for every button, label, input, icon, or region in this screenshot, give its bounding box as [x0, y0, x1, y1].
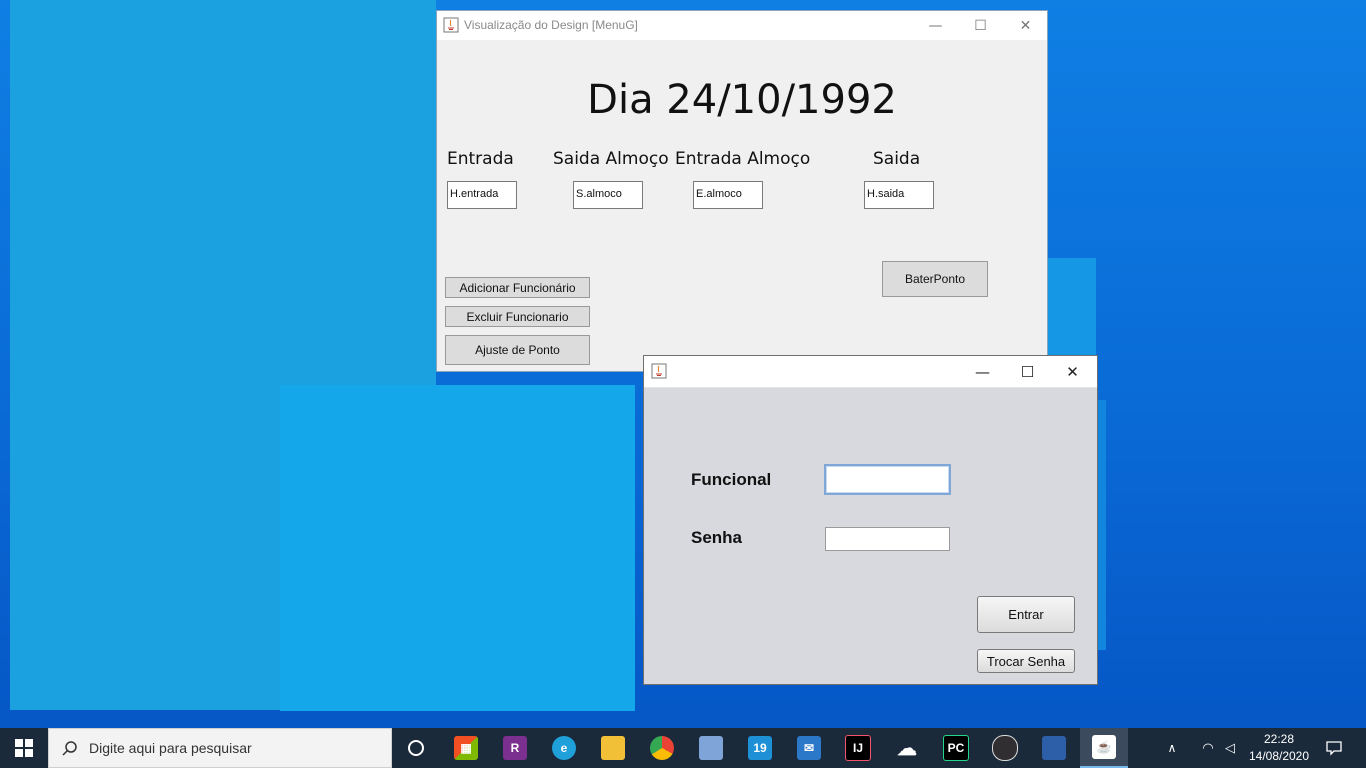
menu-window-title: Visualização do Design [MenuG]: [464, 18, 638, 32]
saida-almoco-label: Saida Almoço: [553, 149, 669, 169]
mail-icon: ✉: [797, 736, 821, 760]
senha-input[interactable]: [825, 527, 950, 551]
minimize-button[interactable]: —: [960, 356, 1005, 387]
login-window-titlebar[interactable]: — ☐ ✕: [644, 356, 1097, 388]
taskbar-search-box[interactable]: Digite aqui para pesquisar: [48, 728, 392, 768]
taskbar-chrome[interactable]: [638, 728, 686, 768]
notifications-button[interactable]: [1310, 728, 1358, 768]
entrada-almoco-label: Entrada Almoço: [675, 149, 811, 169]
show-hidden-icons-button[interactable]: ∧: [1160, 728, 1184, 768]
chrome-icon: [650, 736, 674, 760]
search-placeholder: Digite aqui para pesquisar: [89, 740, 252, 756]
entrada-field[interactable]: H.entrada: [447, 181, 517, 209]
clock-date: 14/08/2020: [1248, 749, 1310, 763]
winrar-icon: R: [503, 736, 527, 760]
close-button[interactable]: ✕: [1050, 356, 1095, 387]
taskbar-explorer[interactable]: [589, 728, 637, 768]
login-window: — ☐ ✕ Funcional Senha Entrar Trocar Senh…: [643, 355, 1098, 685]
maximize-button[interactable]: ☐: [1005, 356, 1050, 387]
enter-button[interactable]: Entrar: [977, 596, 1075, 633]
senha-label: Senha: [691, 528, 743, 547]
file-explorer-icon: [601, 736, 625, 760]
cloud-icon: ☁: [897, 737, 917, 760]
volume-button[interactable]: ◁: [1218, 728, 1242, 768]
search-icon: [62, 741, 77, 756]
saida-field[interactable]: H.saida: [864, 181, 934, 209]
saida-almoco-field[interactable]: S.almoco: [573, 181, 643, 209]
minimize-button[interactable]: —: [913, 11, 958, 40]
change-password-button[interactable]: Trocar Senha: [977, 649, 1075, 673]
menu-window: Visualização do Design [MenuG] — ☐ ✕ Dia…: [436, 10, 1048, 372]
speaker-icon: ◁: [1225, 740, 1235, 756]
start-button[interactable]: [0, 728, 48, 768]
punch-button[interactable]: BaterPonto: [882, 261, 988, 297]
maximize-button[interactable]: ☐: [958, 11, 1003, 40]
virtualbox-icon: [699, 736, 723, 760]
desktop-light-panel: [280, 385, 635, 711]
task-view-button[interactable]: [392, 728, 440, 768]
taskbar: Digite aqui para pesquisar ▦ R e 19 ✉ IJ…: [0, 728, 1366, 768]
network-button[interactable]: ◠: [1196, 728, 1220, 768]
notification-icon: [1326, 741, 1342, 756]
taskbar-obs[interactable]: [981, 728, 1029, 768]
java-icon: [443, 17, 459, 33]
taskbar-java-app[interactable]: ☕: [1080, 728, 1128, 768]
delete-employee-button[interactable]: Excluir Funcionario: [445, 306, 590, 327]
windows-start-icon: [15, 739, 33, 757]
entrada-label: Entrada: [447, 149, 514, 169]
system-clock[interactable]: 22:28 14/08/2020: [1244, 731, 1314, 765]
taskbar-winrar[interactable]: R: [491, 728, 539, 768]
taskbar-virtualbox[interactable]: [687, 728, 735, 768]
java-icon: [651, 363, 667, 379]
funcional-label: Funcional: [691, 470, 772, 489]
adjust-punch-button[interactable]: Ajuste de Ponto: [445, 335, 590, 365]
add-employee-button[interactable]: Adicionar Funcionário: [445, 277, 590, 298]
taskbar-cloud[interactable]: ☁: [883, 728, 931, 768]
pycharm-icon: PC: [943, 735, 969, 761]
wifi-icon: ◠: [1202, 740, 1214, 756]
store-icon: ▦: [454, 736, 478, 760]
taskbar-intellij[interactable]: IJ: [834, 728, 882, 768]
taskbar-store[interactable]: ▦: [442, 728, 490, 768]
java-icon: ☕: [1092, 735, 1116, 759]
network-tool-icon: [1042, 736, 1066, 760]
taskbar-pycharm[interactable]: PC: [932, 728, 980, 768]
taskbar-network-tool[interactable]: [1030, 728, 1078, 768]
date-heading: Dia 24/10/1992: [587, 77, 897, 123]
funcional-input[interactable]: [824, 464, 951, 495]
edge-icon: e: [552, 736, 576, 760]
task-view-icon: [408, 740, 424, 756]
clock-time: 22:28: [1263, 732, 1295, 746]
taskbar-edge[interactable]: e: [540, 728, 588, 768]
saida-label: Saida: [873, 149, 921, 169]
taskbar-mail[interactable]: ✉: [785, 728, 833, 768]
intellij-icon: IJ: [845, 735, 871, 761]
taskbar-netbeans[interactable]: 19: [736, 728, 784, 768]
netbeans-icon: 19: [748, 736, 772, 760]
close-button[interactable]: ✕: [1003, 11, 1048, 40]
chevron-up-icon: ∧: [1167, 741, 1177, 755]
entrada-almoco-field[interactable]: E.almoco: [693, 181, 763, 209]
obs-icon: [992, 735, 1018, 761]
menu-window-titlebar[interactable]: Visualização do Design [MenuG] — ☐ ✕: [437, 11, 1047, 40]
